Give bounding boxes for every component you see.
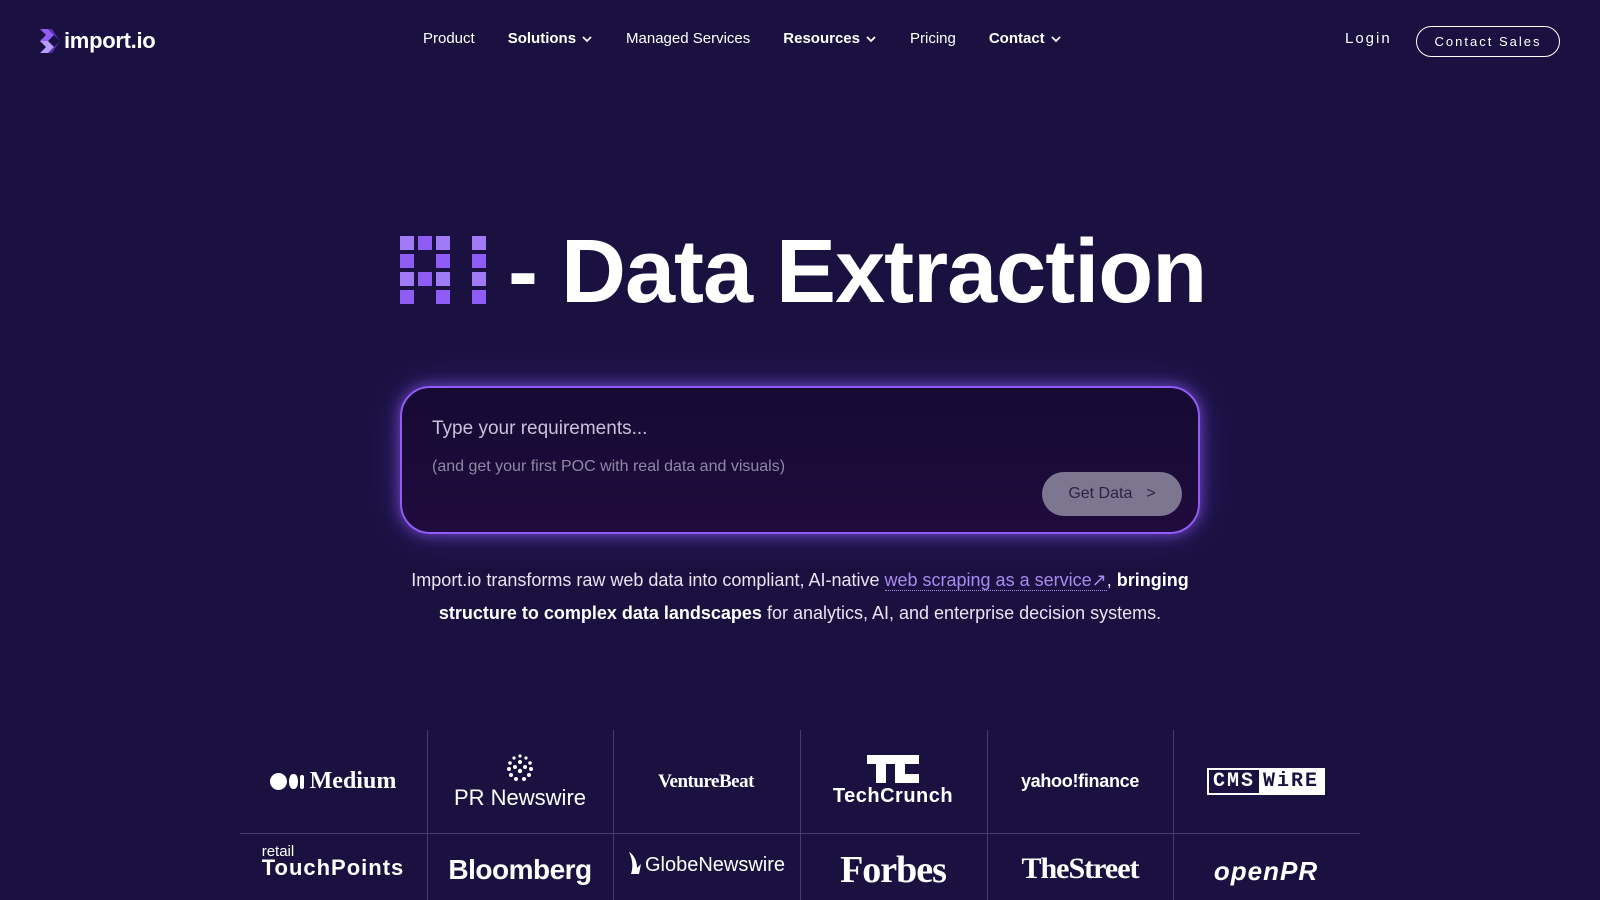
techcrunch-tc-icon: [866, 755, 919, 783]
description-text: Import.io transforms raw web data into c…: [411, 570, 885, 590]
chevron-right-icon: >: [1146, 485, 1156, 502]
forbes-logo: Forbes: [800, 834, 986, 900]
nav-item-label: Resources: [783, 30, 860, 47]
logo-text: WiRE: [1259, 770, 1324, 793]
chevron-down-icon: [1051, 35, 1061, 42]
nav-item-product[interactable]: Product: [423, 30, 475, 47]
logo-text: TouchPoints: [261, 855, 405, 880]
nav-item-label: Pricing: [909, 30, 956, 47]
retail-touchpoints-logo: retail TouchPoints: [240, 834, 426, 900]
globenewswire-logo: GlobeNewswire: [613, 834, 799, 900]
hero-title: - Data Extraction: [508, 222, 1207, 322]
logo-wordmark: import.io: [64, 28, 156, 53]
nav-item-solutions[interactable]: Solutions: [508, 30, 593, 47]
bloomberg-logo: Bloomberg: [427, 834, 613, 900]
description-text: ,: [1106, 570, 1117, 590]
brand-logo[interactable]: import.io: [40, 28, 156, 54]
medium-dots-icon: [269, 773, 304, 790]
nav-menu: Product Solutions Managed Services Resou…: [423, 30, 1095, 47]
description-text: for analytics, AI, and enterprise decisi…: [761, 603, 1162, 623]
top-navigation: import.io Product Solutions Managed Serv…: [0, 0, 1600, 80]
logo-chevron-icon: [40, 29, 60, 53]
logo-text: VentureBeat: [658, 770, 754, 792]
logo-text: GlobeNewswire: [644, 853, 786, 876]
hero-description: Import.io transforms raw web data into c…: [390, 564, 1210, 630]
logo-text: yahoo!finance: [1020, 771, 1140, 791]
chevron-down-icon: [582, 35, 592, 42]
nav-item-label: Product: [423, 30, 475, 47]
press-logo-grid: Medium PR Newswire VentureBeat TechCrunc…: [240, 730, 1360, 900]
login-link[interactable]: Login: [1345, 30, 1392, 47]
logo-text: TheStreet: [1021, 852, 1139, 885]
contact-sales-button[interactable]: Contact Sales: [1416, 26, 1560, 57]
prompt-subtext: (and get your first POC with real data a…: [432, 458, 786, 475]
logo-text: Forbes: [840, 849, 947, 891]
logo-text: Medium: [309, 768, 397, 794]
nav-item-label: Contact: [988, 30, 1045, 47]
yahoo-finance-logo: yahoo!finance: [987, 730, 1173, 833]
medium-logo: Medium: [240, 730, 426, 833]
get-data-label: Get Data: [1068, 485, 1133, 502]
pixel-ai-wordmark: [400, 236, 486, 304]
requirements-prompt-box: (and get your first POC with real data a…: [400, 386, 1200, 534]
logo-text: TechCrunch: [832, 785, 954, 807]
pr-newswire-dots-icon: [507, 753, 533, 781]
logo-text: PR Newswire: [453, 784, 587, 810]
requirements-input[interactable]: [432, 414, 992, 444]
nav-item-contact[interactable]: Contact: [989, 30, 1062, 47]
nav-item-resources[interactable]: Resources: [783, 30, 877, 47]
openpr-logo: openPR: [1173, 834, 1359, 900]
logo-text: openPR: [1213, 856, 1319, 886]
get-data-button[interactable]: Get Data >: [1042, 472, 1182, 516]
nav-item-pricing[interactable]: Pricing: [910, 30, 956, 47]
chevron-down-icon: [866, 35, 876, 42]
globenewswire-whale-icon: [628, 852, 641, 874]
nav-item-managed-services[interactable]: Managed Services: [626, 30, 750, 47]
hero-heading: - Data Extraction: [400, 222, 1207, 322]
pr-newswire-logo: PR Newswire: [427, 730, 613, 833]
venturebeat-logo: VentureBeat: [613, 730, 799, 833]
logo-text: Bloomberg: [448, 854, 592, 885]
web-scraping-service-link[interactable]: web scraping as a service↗: [884, 570, 1107, 591]
nav-item-label: Managed Services: [626, 30, 751, 47]
techcrunch-logo: TechCrunch: [800, 730, 986, 833]
nav-item-label: Solutions: [507, 30, 577, 47]
cmswire-logo: CMS WiRE: [1173, 730, 1359, 833]
thestreet-logo: TheStreet: [987, 834, 1173, 900]
logo-text: CMS: [1212, 770, 1255, 793]
